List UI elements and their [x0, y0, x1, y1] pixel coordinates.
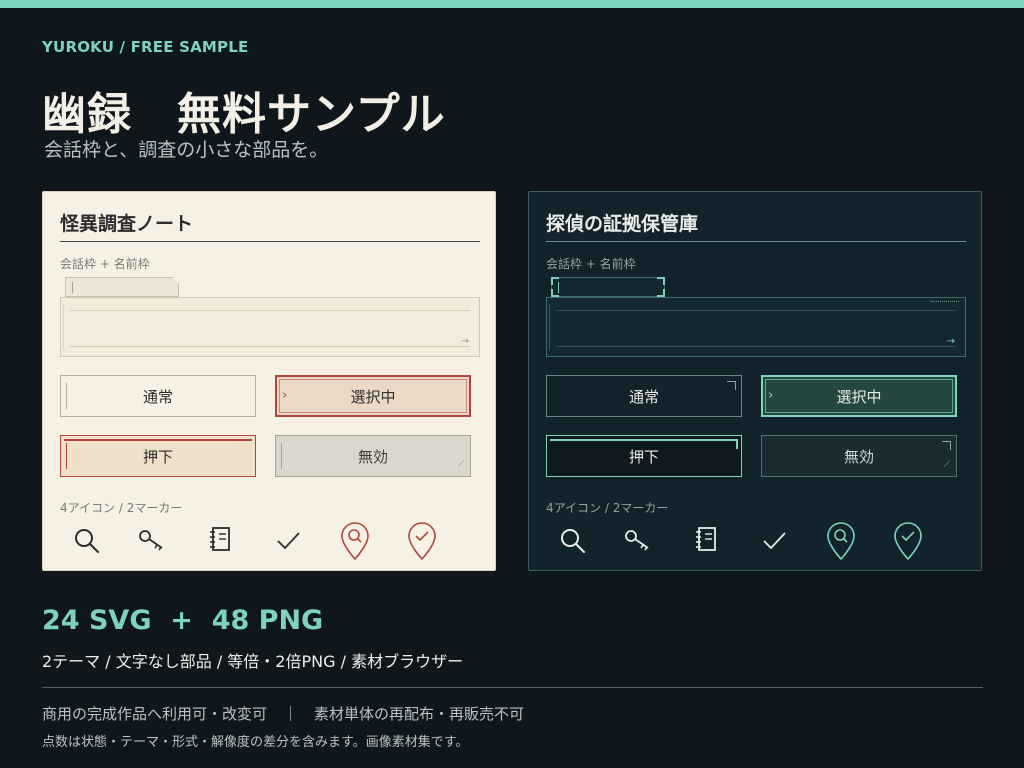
button-label: 通常: [142, 387, 173, 406]
selected-state-button[interactable]: › 選択中: [761, 375, 957, 417]
name-frame-corner: [172, 277, 179, 284]
check-icon: [754, 519, 794, 563]
chevron-right-icon: ›: [282, 388, 288, 403]
notebook-icon: [200, 519, 240, 563]
next-arrow-icon: →: [946, 336, 955, 347]
footer-divider: [42, 687, 983, 688]
frame-label: 会話枠 + 名前枠: [60, 257, 150, 271]
check-icon: [268, 519, 308, 563]
disabled-hatch-icon: ⟋: [457, 460, 464, 470]
license-commercial: 商用の完成作品へ利用可・改変可: [42, 705, 268, 723]
search-icon: [553, 519, 593, 563]
dialogue-frame: →: [60, 297, 480, 357]
button-label: 押下: [628, 447, 659, 466]
button-marker: [66, 443, 67, 469]
pressed-state-button[interactable]: 押下: [546, 435, 742, 477]
disabled-state-button: ⟋ 無効: [761, 435, 957, 477]
button-label: 選択中: [350, 387, 396, 406]
corner-mark: [942, 441, 951, 450]
pressed-state-button[interactable]: 押下: [60, 435, 256, 477]
key-icon: [133, 519, 173, 563]
pressed-top-line: [64, 439, 252, 441]
name-frame: [551, 277, 665, 297]
title-divider: [546, 241, 966, 242]
dialogue-frame: →: [546, 297, 966, 357]
button-label: 選択中: [836, 387, 882, 406]
dialogue-line: [556, 346, 956, 347]
dialogue-line: [70, 310, 470, 311]
license-separator: [290, 706, 292, 721]
page-title: 幽録 無料サンプル: [42, 89, 446, 140]
icon-row: [67, 519, 477, 563]
name-frame: [65, 277, 179, 297]
button-marker: [66, 383, 67, 409]
corner-mark: [727, 381, 736, 390]
disabled-state-button: ⟋ 無効: [275, 435, 471, 477]
icon-row: [553, 519, 963, 563]
feature-list: 2テーマ / 文字なし部品 / 等倍・2倍PNG / 素材ブラウザー: [42, 652, 464, 671]
title-divider: [60, 241, 480, 242]
button-marker: [281, 443, 282, 469]
key-icon: [619, 519, 659, 563]
search-marker-icon: [335, 519, 375, 563]
normal-state-button[interactable]: 通常: [60, 375, 256, 417]
panel-title: 探偵の証拠保管庫: [546, 213, 699, 235]
button-label: 無効: [357, 447, 388, 466]
dark-theme-panel: 探偵の証拠保管庫 会話枠 + 名前枠 → 通常 › 選択中 押下 ⟋ 無効 4ア…: [528, 191, 982, 571]
selected-state-button[interactable]: › 選択中: [275, 375, 471, 417]
search-icon: [67, 519, 107, 563]
corner-mark: [736, 439, 738, 449]
license-restriction: 素材単体の再配布・再販売不可: [314, 705, 525, 723]
normal-state-button[interactable]: 通常: [546, 375, 742, 417]
panel-title: 怪異調査ノート: [60, 213, 194, 235]
button-label: 押下: [142, 447, 173, 466]
dialogue-line: [556, 310, 956, 311]
pressed-top-line: [550, 439, 738, 441]
search-marker-icon: [821, 519, 861, 563]
light-theme-panel: 怪異調査ノート 会話枠 + 名前枠 → 通常 › 選択中 押下 ⟋ 無効 4アイ…: [42, 191, 496, 571]
name-frame-cursor: [72, 282, 73, 293]
eyebrow-label: YUROKU / FREE SAMPLE: [42, 38, 249, 56]
icons-label: 4アイコン / 2マーカー: [60, 501, 183, 515]
page-subtitle: 会話枠と、調査の小さな部品を。: [44, 139, 329, 161]
check-marker-icon: [888, 519, 928, 563]
dialogue-line: [70, 346, 470, 347]
footnote: 点数は状態・テーマ・形式・解像度の差分を含みます。画像素材集です。: [42, 735, 469, 750]
button-label: 通常: [628, 387, 659, 406]
frame-corner: [657, 289, 665, 297]
top-accent-bar: [0, 0, 1024, 8]
frame-corner: [657, 277, 665, 285]
frame-label: 会話枠 + 名前枠: [546, 257, 636, 271]
notebook-icon: [686, 519, 726, 563]
disabled-hatch-icon: ⟋: [943, 460, 950, 470]
check-marker-icon: [402, 519, 442, 563]
chevron-right-icon: ›: [768, 388, 774, 403]
frame-corner: [551, 289, 559, 297]
icons-label: 4アイコン / 2マーカー: [546, 501, 669, 515]
license-terms: 商用の完成作品へ利用可・改変可 素材単体の再配布・再販売不可: [42, 703, 524, 724]
frame-corner: [551, 277, 559, 285]
dialogue-frame-edge: [549, 304, 550, 350]
asset-count: 24 SVG + 48 PNG: [42, 605, 324, 636]
next-arrow-icon: →: [460, 336, 469, 347]
dialogue-frame-edge: [63, 304, 64, 350]
button-label: 無効: [843, 447, 874, 466]
dialogue-dots: [931, 301, 959, 303]
